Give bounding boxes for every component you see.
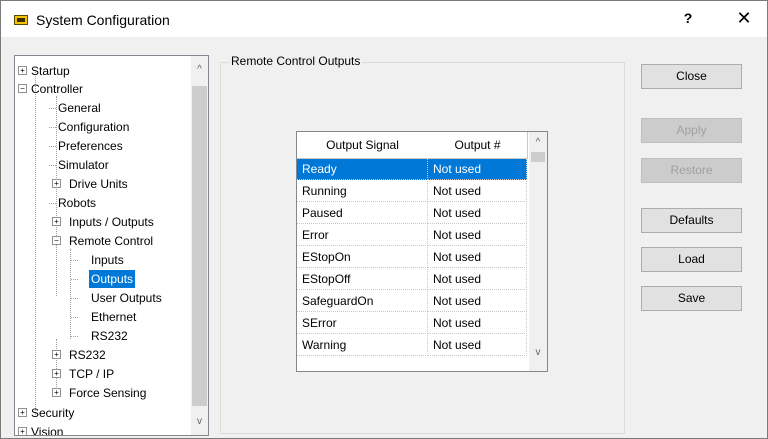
tree-scrollbar[interactable]: ^ v — [191, 56, 208, 435]
tree-item-label: General — [58, 101, 101, 115]
table-row[interactable]: EStopOn Not used — [297, 247, 527, 268]
scroll-down-icon[interactable]: v — [529, 347, 547, 358]
tree-connector — [49, 146, 56, 147]
tree-item-label: Drive Units — [69, 177, 128, 191]
table-row[interactable]: Warning Not used — [297, 335, 527, 356]
table-row[interactable]: Error Not used — [297, 225, 527, 246]
output-signal-cell: Paused — [297, 203, 428, 224]
expand-icon[interactable]: + — [52, 369, 61, 378]
tree-item-label: TCP / IP — [69, 367, 115, 381]
close-icon[interactable]: ✕ — [721, 1, 767, 35]
load-button[interactable]: Load — [641, 247, 742, 272]
tree-item-label: Ethernet — [91, 310, 137, 324]
output-number-cell[interactable]: Not used — [428, 181, 527, 202]
apply-button[interactable]: Apply — [641, 118, 742, 143]
scroll-up-icon[interactable]: ^ — [191, 64, 208, 75]
tree-connector — [35, 72, 36, 417]
tree-connector — [49, 127, 56, 128]
output-number-cell[interactable]: Not used — [428, 269, 527, 290]
title-bar: System Configuration ? ✕ — [1, 1, 767, 37]
tree-connector — [49, 108, 56, 109]
tree-item-label: RS232 — [69, 348, 106, 362]
tree-connector — [56, 96, 57, 296]
table-row[interactable]: EStopOff Not used — [297, 269, 527, 290]
table-row[interactable]: SError Not used — [297, 313, 527, 334]
table-row[interactable]: Running Not used — [297, 181, 527, 202]
tree-connector — [71, 298, 78, 299]
tree-item-label: Security — [31, 406, 75, 420]
table-row[interactable]: Paused Not used — [297, 203, 527, 224]
tree-connector — [56, 339, 57, 395]
expand-icon[interactable]: + — [52, 388, 61, 397]
tree-connector — [70, 249, 71, 339]
output-number-cell[interactable]: Not used — [428, 247, 527, 268]
scroll-down-icon[interactable]: v — [191, 416, 208, 427]
system-configuration-window: System Configuration ? ✕ + Startup − Con… — [0, 0, 768, 439]
close-button[interactable]: Close — [641, 64, 742, 89]
help-button[interactable]: ? — [665, 1, 711, 35]
tree-connector — [71, 279, 78, 280]
tree-item-label: Inputs / Outputs — [69, 215, 154, 229]
output-number-cell[interactable]: Not used — [428, 159, 527, 180]
tree-connector — [71, 260, 78, 261]
tree-item-label: Remote Control — [69, 234, 154, 248]
group-title: Remote Control Outputs — [229, 54, 363, 68]
output-signal-cell: Error — [297, 225, 428, 246]
tree-connector — [71, 336, 78, 337]
output-number-cell[interactable]: Not used — [428, 291, 527, 312]
output-signal-cell: Ready — [297, 159, 428, 180]
tree-item-label: Preferences — [58, 139, 123, 153]
table-row[interactable]: Ready Not used — [297, 159, 527, 180]
expand-icon[interactable]: + — [18, 427, 27, 435]
expand-icon[interactable]: + — [52, 179, 61, 188]
tree-item-label: Robots — [58, 196, 97, 210]
column-header-output-signal[interactable]: Output Signal — [297, 132, 429, 159]
expand-icon[interactable]: + — [18, 408, 27, 417]
outputs-grid[interactable]: Output Signal Output # Ready Not used Ru… — [296, 131, 548, 372]
tree-connector — [49, 165, 56, 166]
save-button[interactable]: Save — [641, 286, 742, 311]
table-row[interactable]: SafeguardOn Not used — [297, 291, 527, 312]
output-signal-cell: SafeguardOn — [297, 291, 428, 312]
output-number-cell[interactable]: Not used — [428, 203, 527, 224]
expand-icon[interactable]: + — [52, 350, 61, 359]
window-title: System Configuration — [36, 12, 170, 28]
collapse-icon[interactable]: − — [52, 236, 61, 245]
tree-item-label: Inputs — [91, 253, 124, 267]
tree-connector — [71, 317, 78, 318]
tree-item-label: Configuration — [58, 120, 130, 134]
output-signal-cell: EStopOff — [297, 269, 428, 290]
expand-icon[interactable]: + — [18, 66, 27, 75]
output-signal-cell: Warning — [297, 335, 428, 356]
output-number-cell[interactable]: Not used — [428, 335, 527, 356]
tree-item-label: Outputs — [89, 270, 136, 288]
restore-button[interactable]: Restore — [641, 158, 742, 183]
scroll-up-icon[interactable]: ^ — [529, 137, 547, 148]
tree-item-label: Simulator — [58, 158, 109, 172]
defaults-button[interactable]: Defaults — [641, 208, 742, 233]
tree-item-label: Controller — [31, 82, 84, 96]
tree-item-label: Vision — [31, 425, 64, 436]
grid-scroll-thumb[interactable] — [531, 152, 545, 162]
tree-item-label: User Outputs — [91, 291, 162, 305]
column-header-output-number[interactable]: Output # — [428, 132, 528, 159]
output-signal-cell: SError — [297, 313, 428, 334]
output-number-cell[interactable]: Not used — [428, 225, 527, 246]
tree-scroll-thumb[interactable] — [192, 86, 207, 406]
tree-item-label: Force Sensing — [69, 386, 147, 400]
configuration-tree[interactable]: + Startup − Controller General Configura… — [14, 55, 209, 436]
output-signal-cell: Running — [297, 181, 428, 202]
expand-icon[interactable]: + — [52, 217, 61, 226]
grid-scrollbar[interactable]: ^ v — [529, 132, 547, 371]
tree-item-label: RS232 — [91, 329, 128, 343]
collapse-icon[interactable]: − — [18, 84, 27, 93]
tree-item-label: Startup — [31, 64, 70, 78]
tree-connector — [49, 203, 56, 204]
app-icon — [14, 15, 28, 25]
output-signal-cell: EStopOn — [297, 247, 428, 268]
output-number-cell[interactable]: Not used — [428, 313, 527, 334]
